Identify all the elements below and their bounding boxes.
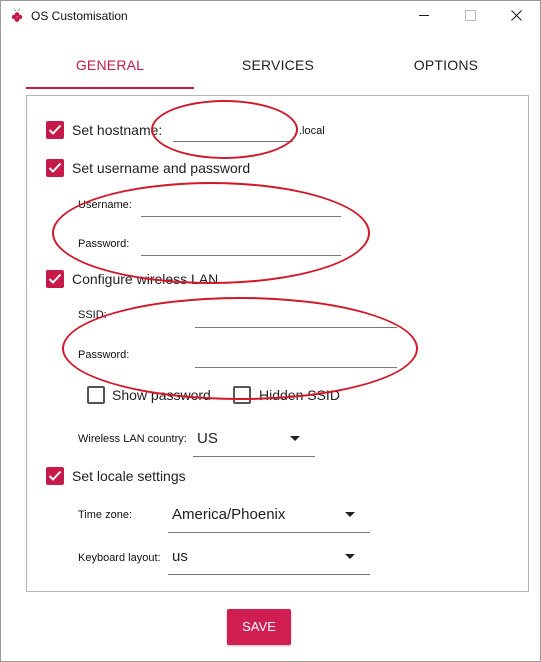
wifi-password-input[interactable] (195, 344, 397, 368)
active-tab-indicator (26, 87, 194, 89)
credentials-label: Set username and password (72, 160, 251, 176)
wireless-checkbox[interactable] (46, 270, 64, 288)
minimize-button[interactable] (401, 0, 447, 31)
locale-label: Set locale settings (72, 468, 186, 484)
wlan-country-select[interactable]: US (193, 426, 315, 458)
keyboard-layout-underline (168, 574, 370, 575)
hostname-input[interactable] (173, 118, 293, 142)
username-label: Username: (78, 199, 132, 211)
save-button[interactable]: SAVE (227, 609, 291, 645)
ssid-label: SSID: (78, 309, 107, 321)
tab-bar: GENERAL SERVICES OPTIONS (26, 44, 531, 89)
chevron-down-icon (345, 512, 355, 517)
maximize-icon (464, 10, 476, 21)
timezone-label: Time zone: (78, 509, 133, 521)
timezone-select[interactable]: America/Phoenix (168, 501, 370, 533)
ssid-input[interactable] (195, 304, 397, 328)
timezone-value: America/Phoenix (172, 506, 286, 523)
hostname-suffix: .local (299, 125, 325, 137)
raspberry-pi-icon (9, 7, 25, 23)
keyboard-layout-label: Keyboard layout: (78, 552, 161, 564)
credentials-checkbox[interactable] (46, 159, 64, 177)
chevron-down-icon (345, 554, 355, 559)
title-bar: OS Customisation (0, 0, 541, 31)
hostname-underline (173, 141, 293, 142)
close-button[interactable] (493, 0, 539, 31)
hostname-label: Set hostname: (72, 122, 163, 138)
wlan-country-label: Wireless LAN country: (78, 433, 187, 445)
maximize-button[interactable] (447, 0, 493, 31)
password-input[interactable] (141, 233, 341, 257)
hidden-ssid-label: Hidden SSID (259, 387, 340, 403)
ssid-underline (195, 327, 397, 328)
hidden-ssid-checkbox[interactable] (233, 386, 251, 404)
password-underline (141, 255, 341, 256)
show-password-label: Show password (112, 387, 211, 403)
timezone-underline (168, 532, 370, 533)
tab-options[interactable]: OPTIONS (362, 44, 530, 88)
wlan-country-underline (193, 456, 315, 457)
wifi-password-label: Password: (78, 349, 130, 361)
window-title: OS Customisation (31, 9, 128, 23)
keyboard-layout-value: us (172, 548, 188, 565)
chevron-down-icon (290, 436, 300, 441)
locale-checkbox[interactable] (46, 467, 64, 485)
close-icon (510, 8, 522, 24)
username-underline (141, 216, 341, 217)
tab-services[interactable]: SERVICES (194, 44, 362, 88)
wifi-password-underline (195, 367, 397, 368)
keyboard-layout-select[interactable]: us (168, 543, 370, 575)
hostname-checkbox[interactable] (46, 121, 64, 139)
tab-general[interactable]: GENERAL (26, 44, 194, 88)
show-password-checkbox[interactable] (87, 386, 105, 404)
username-input[interactable] (141, 194, 341, 218)
wireless-label: Configure wireless LAN (72, 271, 219, 287)
minimize-icon (419, 15, 429, 16)
wlan-country-value: US (197, 430, 218, 447)
password-label: Password: (78, 238, 130, 250)
